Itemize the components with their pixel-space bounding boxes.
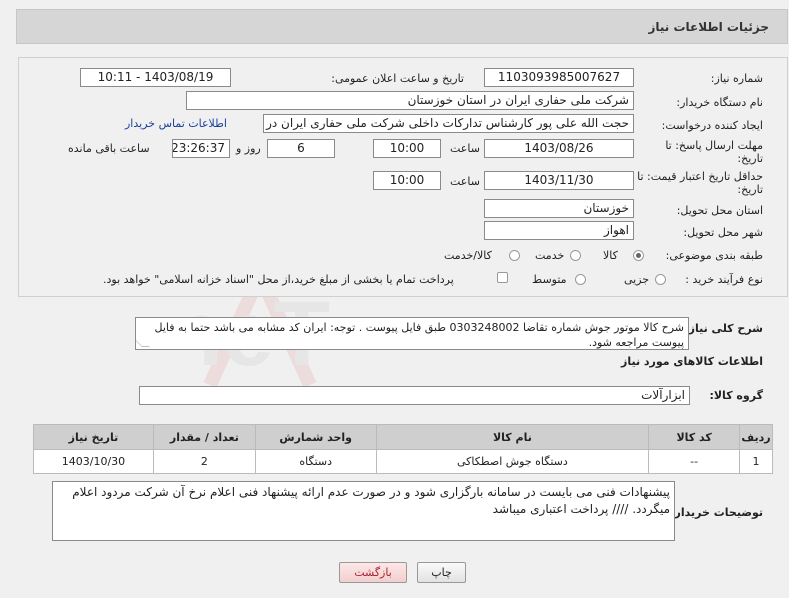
province-label: استان محل تحویل:	[676, 204, 763, 217]
cell-row: 1	[739, 449, 773, 474]
goods-section-title: اطلاعات کالاهای مورد نیاز	[621, 355, 763, 368]
reply-time-field: 10:00	[373, 139, 441, 158]
description-label: شرح کلی نیاز:	[684, 322, 763, 335]
category-radio-goods[interactable]	[633, 250, 644, 261]
time-remaining-field: 23:26:37	[172, 139, 230, 158]
purchase-type-radio-medium[interactable]	[575, 274, 586, 285]
category-label: طبقه بندی موضوعی:	[665, 249, 763, 262]
resize-grip-icon[interactable]	[136, 339, 150, 347]
city-field: اهواز	[484, 221, 634, 240]
time-remaining-label: ساعت باقی مانده	[68, 142, 150, 155]
purchase-type-option-minor: جزیی	[624, 273, 650, 286]
requester-field: حجت الله علی پور کارشناس تدارکات داخلی ش…	[263, 114, 634, 133]
need-number-field: 1103093985007627	[484, 68, 634, 87]
cell-date: 1403/10/30	[33, 449, 154, 474]
back-button[interactable]: بازگشت	[339, 562, 407, 583]
requester-label: ایجاد کننده درخواست:	[661, 119, 763, 132]
treasury-payment-checkbox[interactable]	[497, 272, 508, 283]
buyer-contact-link[interactable]: اطلاعات تماس خریدار	[125, 117, 227, 130]
col-unit-header: واحد شمارش	[254, 424, 377, 450]
goods-table: ردیف کد کالا نام کالا واحد شمارش تعداد /…	[33, 424, 773, 474]
cell-name: دستگاه جوش اصطکاکی	[375, 449, 650, 474]
goods-group-label: گروه کالا:	[709, 389, 763, 402]
price-validity-label: حداقل تاریخ اعتبار قیمت: تا	[637, 170, 763, 183]
purchase-type-radio-minor[interactable]	[655, 274, 666, 285]
category-option-service: خدمت	[535, 249, 565, 262]
days-label: روز و	[236, 142, 261, 155]
page-title: جزئیات اطلاعات نیاز	[648, 20, 769, 34]
category-option-goods: کالا	[603, 249, 618, 262]
col-row-header: ردیف	[739, 424, 773, 450]
col-qty-header: تعداد / مقدار	[152, 424, 256, 450]
buyer-notes-label: توضیحات خریدار:	[670, 506, 763, 519]
buyer-org-label: نام دستگاه خریدار:	[676, 96, 763, 109]
col-date-header: تاریخ نیاز	[33, 424, 154, 450]
treasury-payment-text: پرداخت تمام یا بخشی از مبلغ خرید،از محل …	[103, 273, 454, 286]
buyer-notes-textarea[interactable]: پیشنهادات فنی می بایست در سامانه بارگزار…	[52, 481, 675, 541]
description-text: شرح کالا موتور جوش شماره تقاضا 030324800…	[154, 321, 685, 349]
category-option-goods-service: کالا/خدمت	[444, 249, 492, 262]
cell-qty: 2	[152, 449, 256, 474]
reply-deadline-date-label: تاریخ:	[737, 152, 763, 165]
announce-datetime-field: 1403/08/19 - 10:11	[80, 68, 231, 87]
buyer-notes-text: پیشنهادات فنی می بایست در سامانه بارگزار…	[72, 485, 670, 516]
goods-group-field: ابزارآلات	[139, 386, 690, 405]
reply-time-label: ساعت	[450, 142, 480, 155]
days-remaining-field: 6	[267, 139, 335, 158]
price-validity-date-field: 1403/11/30	[484, 171, 634, 190]
page-header: جزئیات اطلاعات نیاز	[16, 9, 788, 44]
city-label: شهر محل تحویل:	[683, 226, 763, 239]
col-code-header: کد کالا	[648, 424, 741, 450]
category-radio-goods-service[interactable]	[509, 250, 520, 261]
announce-datetime-label: تاریخ و ساعت اعلان عمومی:	[331, 72, 464, 85]
print-button[interactable]: چاپ	[417, 562, 466, 583]
price-validity-date-label: تاریخ:	[737, 183, 763, 196]
price-validity-time-label: ساعت	[450, 175, 480, 188]
price-validity-time-field: 10:00	[373, 171, 441, 190]
need-number-label: شماره نیاز:	[710, 72, 763, 85]
buyer-org-field: شرکت ملی حفاری ایران در استان خوزستان	[186, 91, 634, 110]
description-textarea[interactable]: شرح کالا موتور جوش شماره تقاضا 030324800…	[135, 317, 689, 350]
purchase-type-label: نوع فرآیند خرید :	[685, 273, 763, 286]
cell-code: --	[648, 449, 741, 474]
col-name-header: نام کالا	[375, 424, 650, 450]
cell-unit: دستگاه	[254, 449, 377, 474]
table-row[interactable]: 1 -- دستگاه جوش اصطکاکی دستگاه 2 1403/10…	[33, 449, 773, 474]
reply-deadline-label: مهلت ارسال پاسخ: تا	[665, 139, 763, 152]
purchase-type-option-medium: متوسط	[532, 273, 567, 286]
reply-deadline-date-field: 1403/08/26	[484, 139, 634, 158]
province-field: خوزستان	[484, 199, 634, 218]
category-radio-service[interactable]	[570, 250, 581, 261]
table-header-row: ردیف کد کالا نام کالا واحد شمارش تعداد /…	[33, 424, 773, 450]
